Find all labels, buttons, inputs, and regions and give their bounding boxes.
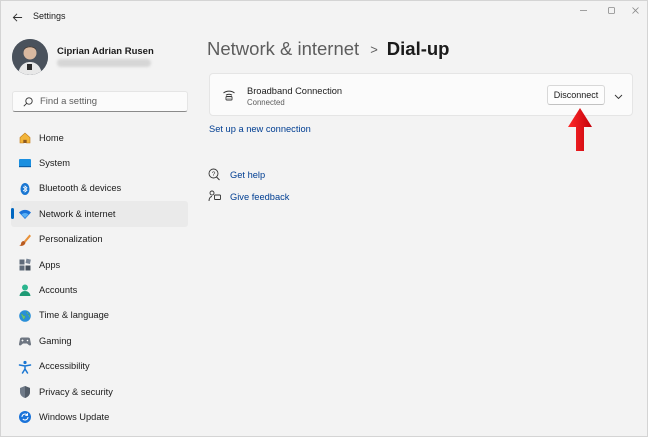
sidebar-item-label: System: [39, 158, 70, 169]
accounts-icon: [18, 283, 32, 297]
sidebar-item-time-language[interactable]: Time & language: [11, 303, 188, 328]
disconnect-button[interactable]: Disconnect: [547, 85, 605, 105]
search-input[interactable]: Find a setting: [12, 91, 188, 112]
sidebar-item-label: Time & language: [39, 310, 109, 321]
sidebar-item-label: Home: [39, 132, 64, 143]
home-icon: [18, 131, 32, 145]
back-button[interactable]: [7, 7, 27, 27]
back-arrow-icon: [12, 13, 22, 21]
update-icon: [18, 410, 32, 424]
settings-window: Settings Ciprian Adrian Rusen Find a set…: [0, 0, 648, 437]
breadcrumb: Network & internet > Dial-up: [207, 38, 449, 60]
globe-icon: [18, 309, 32, 323]
sidebar-item-personalization[interactable]: Personalization: [11, 227, 188, 252]
breadcrumb-parent-link[interactable]: Network & internet: [207, 38, 359, 60]
feedback-icon: [208, 190, 221, 202]
gaming-icon: [18, 334, 32, 348]
sidebar-item-label: Privacy & security: [39, 386, 113, 397]
sidebar-item-label: Accounts: [39, 285, 78, 296]
sidebar-item-label: Accessibility: [39, 361, 90, 372]
setup-connection-link[interactable]: Set up a new connection: [209, 124, 311, 134]
close-icon: [631, 6, 639, 14]
search-placeholder: Find a setting: [40, 96, 98, 107]
svg-text:?: ?: [212, 171, 216, 178]
accessibility-icon: [18, 360, 32, 374]
expand-button[interactable]: [610, 88, 626, 104]
sidebar-item-label: Apps: [39, 259, 61, 270]
minimize-button[interactable]: [569, 3, 597, 17]
bluetooth-icon: [18, 182, 32, 196]
sidebar-item-network[interactable]: Network & internet: [11, 201, 188, 227]
apps-icon: [18, 258, 32, 272]
sidebar-item-apps[interactable]: Apps: [11, 252, 188, 277]
user-email-blurred: [57, 59, 151, 67]
maximize-icon: [607, 6, 615, 14]
sidebar-item-privacy-security[interactable]: Privacy & security: [11, 379, 188, 404]
minimize-icon: [579, 9, 587, 11]
sidebar-item-label: Personalization: [39, 234, 103, 245]
sidebar-item-system[interactable]: System: [11, 150, 188, 175]
connection-status: Connected: [247, 98, 285, 107]
sidebar-item-accessibility[interactable]: Accessibility: [11, 354, 188, 379]
dialup-icon: [223, 90, 235, 101]
sidebar-item-label: Network & internet: [39, 208, 116, 219]
sidebar-item-windows-update[interactable]: Windows Update: [11, 404, 188, 429]
sidebar-item-label: Bluetooth & devices: [39, 183, 122, 194]
breadcrumb-separator: >: [370, 41, 378, 57]
sidebar-item-gaming[interactable]: Gaming: [11, 328, 188, 353]
brush-icon: [18, 233, 32, 247]
network-icon: [18, 207, 32, 221]
get-help-link[interactable]: Get help: [230, 170, 265, 180]
connection-name: Broadband Connection: [247, 86, 343, 96]
user-name: Ciprian Adrian Rusen: [57, 46, 154, 57]
give-feedback-link[interactable]: Give feedback: [230, 192, 289, 202]
page-title: Dial-up: [386, 38, 450, 59]
user-photo-icon: [12, 39, 48, 75]
chevron-down-icon: [614, 94, 622, 99]
title-bar: Settings: [1, 1, 647, 33]
sidebar-nav: Home System Bluetooth & devices Network …: [11, 125, 188, 430]
sidebar-item-bluetooth[interactable]: Bluetooth & devices: [11, 176, 188, 201]
sidebar-item-home[interactable]: Home: [11, 125, 188, 150]
system-icon: [18, 156, 32, 170]
annotation-arrow-icon: [568, 108, 592, 151]
help-icon: ?: [208, 168, 220, 181]
app-title: Settings: [33, 11, 66, 21]
sidebar-item-label: Gaming: [39, 335, 72, 346]
avatar[interactable]: [12, 39, 48, 75]
close-button[interactable]: [621, 3, 648, 17]
sidebar-item-accounts[interactable]: Accounts: [11, 277, 188, 302]
shield-icon: [18, 385, 32, 399]
search-icon: [23, 97, 33, 107]
sidebar-item-label: Windows Update: [39, 411, 110, 422]
